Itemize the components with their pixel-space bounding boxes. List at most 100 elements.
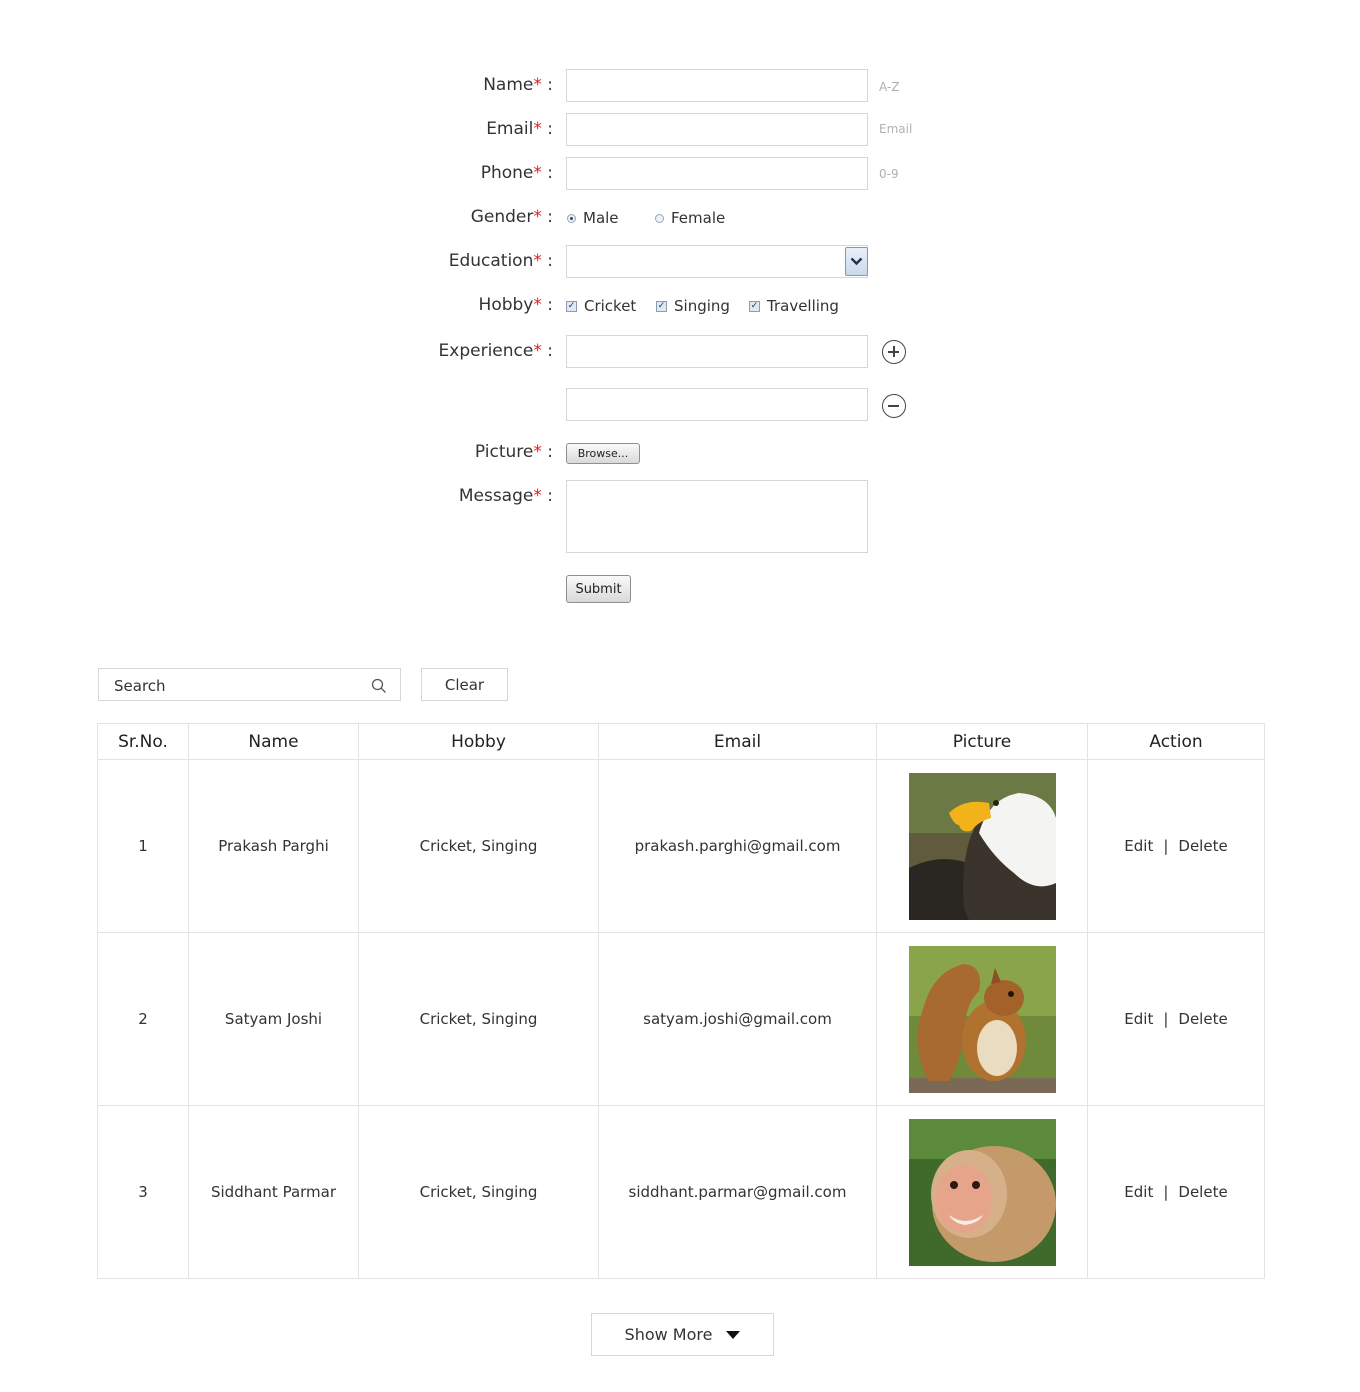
hobby-label: Hobby* : <box>479 295 553 315</box>
gender-option-female[interactable]: Female <box>655 209 725 227</box>
email-input[interactable] <box>566 113 868 146</box>
hobby-option-travelling[interactable]: ✓ Travelling <box>749 297 839 315</box>
phone-input[interactable] <box>566 157 868 190</box>
cell-hobby: Cricket, Singing <box>358 759 599 933</box>
label-colon: : <box>547 75 553 95</box>
monkey-picture <box>908 1118 1056 1266</box>
female-radio-label: Female <box>671 209 726 227</box>
cell-picture <box>876 1105 1088 1279</box>
table-row: 2 Satyam Joshi Cricket, Singing satyam.j… <box>97 932 1265 1106</box>
header-email: Email <box>598 723 877 760</box>
male-radio[interactable] <box>567 213 576 223</box>
travelling-checkbox-label: Travelling <box>767 297 839 315</box>
cell-hobby: Cricket, Singing <box>358 932 599 1106</box>
experience-label-text: Experience <box>438 341 534 361</box>
message-textarea[interactable] <box>566 480 868 553</box>
education-select[interactable] <box>566 245 868 278</box>
show-more-button[interactable]: Show More <box>591 1313 774 1356</box>
delete-link[interactable]: Delete <box>1178 1183 1227 1201</box>
records-table: Sr.No. Name Hobby Email Picture Action 1… <box>97 723 1265 1279</box>
email-label-text: Email <box>486 119 534 139</box>
email-label: Email* : <box>486 119 553 139</box>
education-label-text: Education <box>448 251 534 271</box>
phone-label-text: Phone <box>480 163 534 183</box>
cell-name: Prakash Parghi <box>188 759 359 933</box>
hobby-option-singing[interactable]: ✓ Singing <box>656 297 730 315</box>
phone-label: Phone* : <box>481 163 553 183</box>
name-hint: A-Z <box>879 80 900 94</box>
cell-name: Siddhant Parmar <box>188 1105 359 1279</box>
header-action: Action <box>1087 723 1265 760</box>
cell-hobby: Cricket, Singing <box>358 1105 599 1279</box>
required-marker: * <box>533 251 542 271</box>
header-sr-no: Sr.No. <box>97 723 189 760</box>
table-row: 1 Prakash Parghi Cricket, Singing prakas… <box>97 759 1265 933</box>
label-colon: : <box>547 295 553 315</box>
name-input[interactable] <box>566 69 868 102</box>
gender-option-male[interactable]: Male <box>567 209 619 227</box>
cell-picture <box>876 759 1088 933</box>
education-label: Education* : <box>449 251 553 271</box>
singing-checkbox[interactable]: ✓ <box>656 300 667 312</box>
label-colon: : <box>547 207 553 227</box>
hobby-option-cricket[interactable]: ✓ Cricket <box>566 297 636 315</box>
plus-circle-icon[interactable] <box>882 340 906 364</box>
search-input[interactable] <box>99 669 366 702</box>
label-colon: : <box>547 163 553 183</box>
action-separator: | <box>1163 837 1169 855</box>
cell-action: Edit | Delete <box>1087 932 1265 1106</box>
search-icon[interactable] <box>371 678 387 694</box>
email-hint: Email <box>879 122 913 136</box>
experience-input-1[interactable] <box>566 335 868 368</box>
cell-action: Edit | Delete <box>1087 1105 1265 1279</box>
search-box <box>98 668 401 702</box>
minus-circle-icon[interactable] <box>882 394 906 418</box>
experience-input-2[interactable] <box>566 388 868 421</box>
required-marker: * <box>533 207 542 227</box>
action-separator: | <box>1163 1183 1169 1201</box>
label-colon: : <box>547 442 553 462</box>
show-more-label: Show More <box>624 1325 713 1344</box>
label-colon: : <box>547 486 553 506</box>
required-marker: * <box>533 341 542 361</box>
hobby-label-text: Hobby <box>478 295 534 315</box>
name-label: Name* : <box>483 75 553 95</box>
squirrel-picture <box>908 945 1056 1093</box>
eagle-picture <box>908 772 1056 920</box>
submit-button[interactable]: Submit <box>566 575 631 603</box>
phone-hint: 0-9 <box>879 167 899 181</box>
picture-label-text: Picture <box>474 442 534 462</box>
header-picture: Picture <box>876 723 1088 760</box>
label-colon: : <box>547 341 553 361</box>
edit-link[interactable]: Edit <box>1124 1010 1153 1028</box>
required-marker: * <box>533 119 542 139</box>
message-label-text: Message <box>458 486 534 506</box>
gender-label: Gender* : <box>471 207 553 227</box>
name-label-text: Name <box>483 75 534 95</box>
female-radio[interactable] <box>655 213 664 223</box>
travelling-checkbox[interactable]: ✓ <box>749 300 760 312</box>
required-marker: * <box>533 442 542 462</box>
cell-action: Edit | Delete <box>1087 759 1265 933</box>
browse-button[interactable]: Browse... <box>566 443 640 464</box>
cricket-checkbox[interactable]: ✓ <box>566 300 577 312</box>
required-marker: * <box>533 75 542 95</box>
cell-name: Satyam Joshi <box>188 932 359 1106</box>
cell-sr-no: 2 <box>97 932 189 1106</box>
edit-link[interactable]: Edit <box>1124 837 1153 855</box>
delete-link[interactable]: Delete <box>1178 837 1227 855</box>
table-row: 3 Siddhant Parmar Cricket, Singing siddh… <box>97 1105 1265 1279</box>
clear-button[interactable]: Clear <box>421 668 508 701</box>
caret-down-icon <box>726 1330 741 1339</box>
cell-picture <box>876 932 1088 1106</box>
label-colon: : <box>547 119 553 139</box>
required-marker: * <box>533 163 542 183</box>
gender-label-text: Gender <box>470 207 534 227</box>
cricket-checkbox-label: Cricket <box>584 297 637 315</box>
header-name: Name <box>188 723 359 760</box>
delete-link[interactable]: Delete <box>1178 1010 1227 1028</box>
edit-link[interactable]: Edit <box>1124 1183 1153 1201</box>
experience-label: Experience* : <box>439 341 553 361</box>
cell-sr-no: 3 <box>97 1105 189 1279</box>
chevron-down-icon[interactable] <box>845 247 868 276</box>
